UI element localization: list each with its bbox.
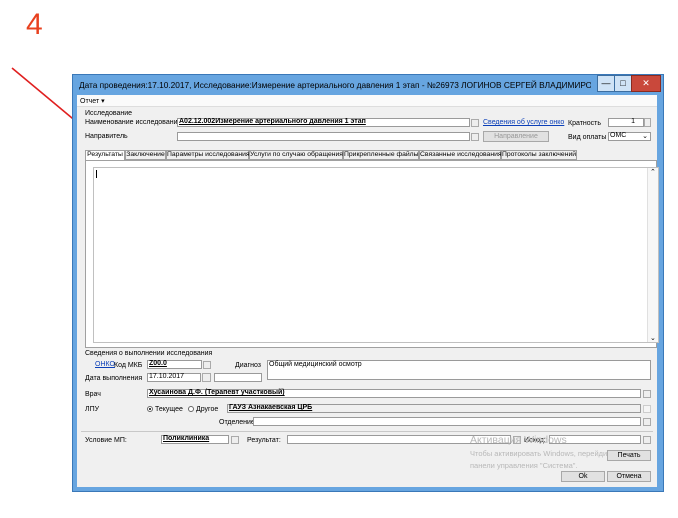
mkb-field[interactable]: Z00.0 (147, 360, 202, 369)
payment-type-select[interactable]: ОМС ⌄ (608, 132, 651, 141)
department-lookup-icon[interactable] (643, 418, 651, 426)
tab-study-parameters[interactable]: Параметры исследования (166, 150, 250, 160)
study-window: Дата проведения:17.10.2017, Исследование… (72, 74, 664, 492)
chevron-down-icon: ⌄ (642, 133, 648, 140)
window-client-area: Отчет ▾ Исследование Наименование исслед… (77, 95, 659, 487)
close-icon: ✕ (642, 78, 650, 88)
study-name-label: Наименование исследования (85, 119, 182, 126)
minimize-icon: — (601, 78, 611, 88)
tab-attached-files[interactable]: Прикрепленные файлы (343, 150, 419, 160)
watermark-line1: Активация Windows (470, 434, 567, 446)
diagnosis-label: Диагноз (235, 362, 261, 369)
calendar-icon[interactable] (202, 373, 211, 382)
tab-related-studies[interactable]: Связанные исследования (419, 150, 502, 160)
study-name-value: А02.12.002Измерение артериального давлен… (179, 118, 366, 125)
referral-button-label: Направление (494, 133, 538, 140)
results-textarea[interactable]: ⌃ ⌄ (93, 167, 659, 343)
menu-bar: Отчет ▾ (77, 95, 657, 107)
minimize-button[interactable]: — (597, 75, 615, 92)
lpu-lookup-icon[interactable] (643, 405, 651, 413)
ok-button-label: Ok (578, 473, 588, 480)
text-cursor (96, 170, 97, 178)
mkb-label: Код МКБ (114, 362, 143, 369)
department-field[interactable] (253, 417, 641, 426)
close-button[interactable]: ✕ (631, 75, 661, 92)
referrer-lookup-icon[interactable] (471, 133, 479, 141)
condition-field[interactable]: Поликлиника (161, 435, 229, 444)
onko-link[interactable]: ОНКО (95, 361, 115, 368)
cancel-button[interactable]: Отмена (607, 471, 651, 482)
doctor-value: Хусаинова Д.Ф. (Терапевт участковый) (149, 389, 285, 396)
department-label: Отделение (219, 419, 255, 426)
lpu-label: ЛПУ (85, 406, 100, 413)
doctor-lookup-icon[interactable] (643, 390, 651, 398)
payment-type-label: Вид оплаты (568, 134, 607, 141)
tab-conclusion-protocols[interactable]: Протоколы заключений (501, 150, 577, 160)
execution-time-field[interactable] (214, 373, 262, 382)
diagnosis-value: Общий медицинский осмотр (269, 361, 362, 368)
mkb-lookup-icon[interactable] (203, 361, 211, 369)
section-divider (81, 431, 653, 432)
mkb-value: Z00.0 (149, 360, 167, 367)
menu-report[interactable]: Отчет ▾ (80, 97, 105, 105)
lpu-field[interactable]: ГАУЗ Азнакаевская ЦРБ (227, 404, 641, 413)
radio-other[interactable] (188, 406, 194, 412)
outcome-lookup-icon[interactable] (643, 436, 651, 444)
multiplicity-field[interactable]: 1 (608, 118, 644, 127)
window-title: Дата проведения:17.10.2017, Исследование… (79, 80, 591, 90)
cancel-button-label: Отмена (616, 473, 642, 480)
tab-case-services[interactable]: Услуги по случаю обращения (249, 150, 343, 160)
tab-conclusion[interactable]: Заключение (125, 150, 166, 160)
execution-group-label: Сведения о выполнении исследования (85, 350, 213, 357)
doctor-field[interactable]: Хусаинова Д.Ф. (Терапевт участковый) (147, 389, 641, 398)
execution-date-value: 17.10.2017 (149, 373, 185, 380)
study-group-label: Исследование (85, 110, 133, 117)
condition-label: Условие МП: (85, 437, 127, 444)
ok-button[interactable]: Ok (561, 471, 605, 482)
referrer-field[interactable] (177, 132, 470, 141)
referral-button[interactable]: Направление (483, 131, 549, 142)
condition-value: Поликлиника (163, 435, 210, 442)
print-button[interactable]: Печать (607, 450, 651, 461)
study-name-field[interactable]: А02.12.002Измерение артериального давлен… (177, 118, 470, 127)
execution-date-field[interactable]: 17.10.2017 (147, 373, 201, 382)
onco-service-link[interactable]: Сведения об услуге онко (483, 119, 564, 126)
scroll-up-icon[interactable]: ⌃ (650, 168, 656, 176)
multiplicity-spinner-icon[interactable] (644, 118, 651, 127)
condition-lookup-icon[interactable] (231, 436, 239, 444)
radio-current[interactable] (147, 406, 153, 412)
maximize-icon: □ (620, 78, 626, 88)
radio-other-label: Другое (196, 406, 219, 413)
study-name-lookup-icon[interactable] (471, 119, 479, 127)
radio-current-label: Текущее (155, 406, 183, 413)
lpu-value: ГАУЗ Азнакаевская ЦРБ (229, 404, 313, 411)
print-button-label: Печать (617, 452, 641, 459)
watermark-line2: Чтобы активировать Windows, перейдите (470, 449, 615, 458)
results-panel: ⌃ ⌄ (85, 160, 659, 348)
multiplicity-value: 1 (631, 118, 635, 125)
referrer-label: Направитель (85, 133, 128, 140)
execution-date-label: Дата выполнения (85, 375, 143, 382)
scroll-down-icon[interactable]: ⌄ (650, 334, 656, 342)
payment-type-value: ОМС (610, 132, 627, 139)
maximize-button[interactable]: □ (614, 75, 632, 92)
result-label: Результат: (247, 437, 281, 444)
diagnosis-field[interactable]: Общий медицинский осмотр (267, 360, 651, 380)
doctor-label: Врач (85, 391, 101, 398)
multiplicity-label: Кратность (568, 120, 602, 127)
watermark-line3: панели управления "Система". (470, 461, 578, 470)
results-scrollbar[interactable]: ⌃ ⌄ (647, 168, 658, 342)
